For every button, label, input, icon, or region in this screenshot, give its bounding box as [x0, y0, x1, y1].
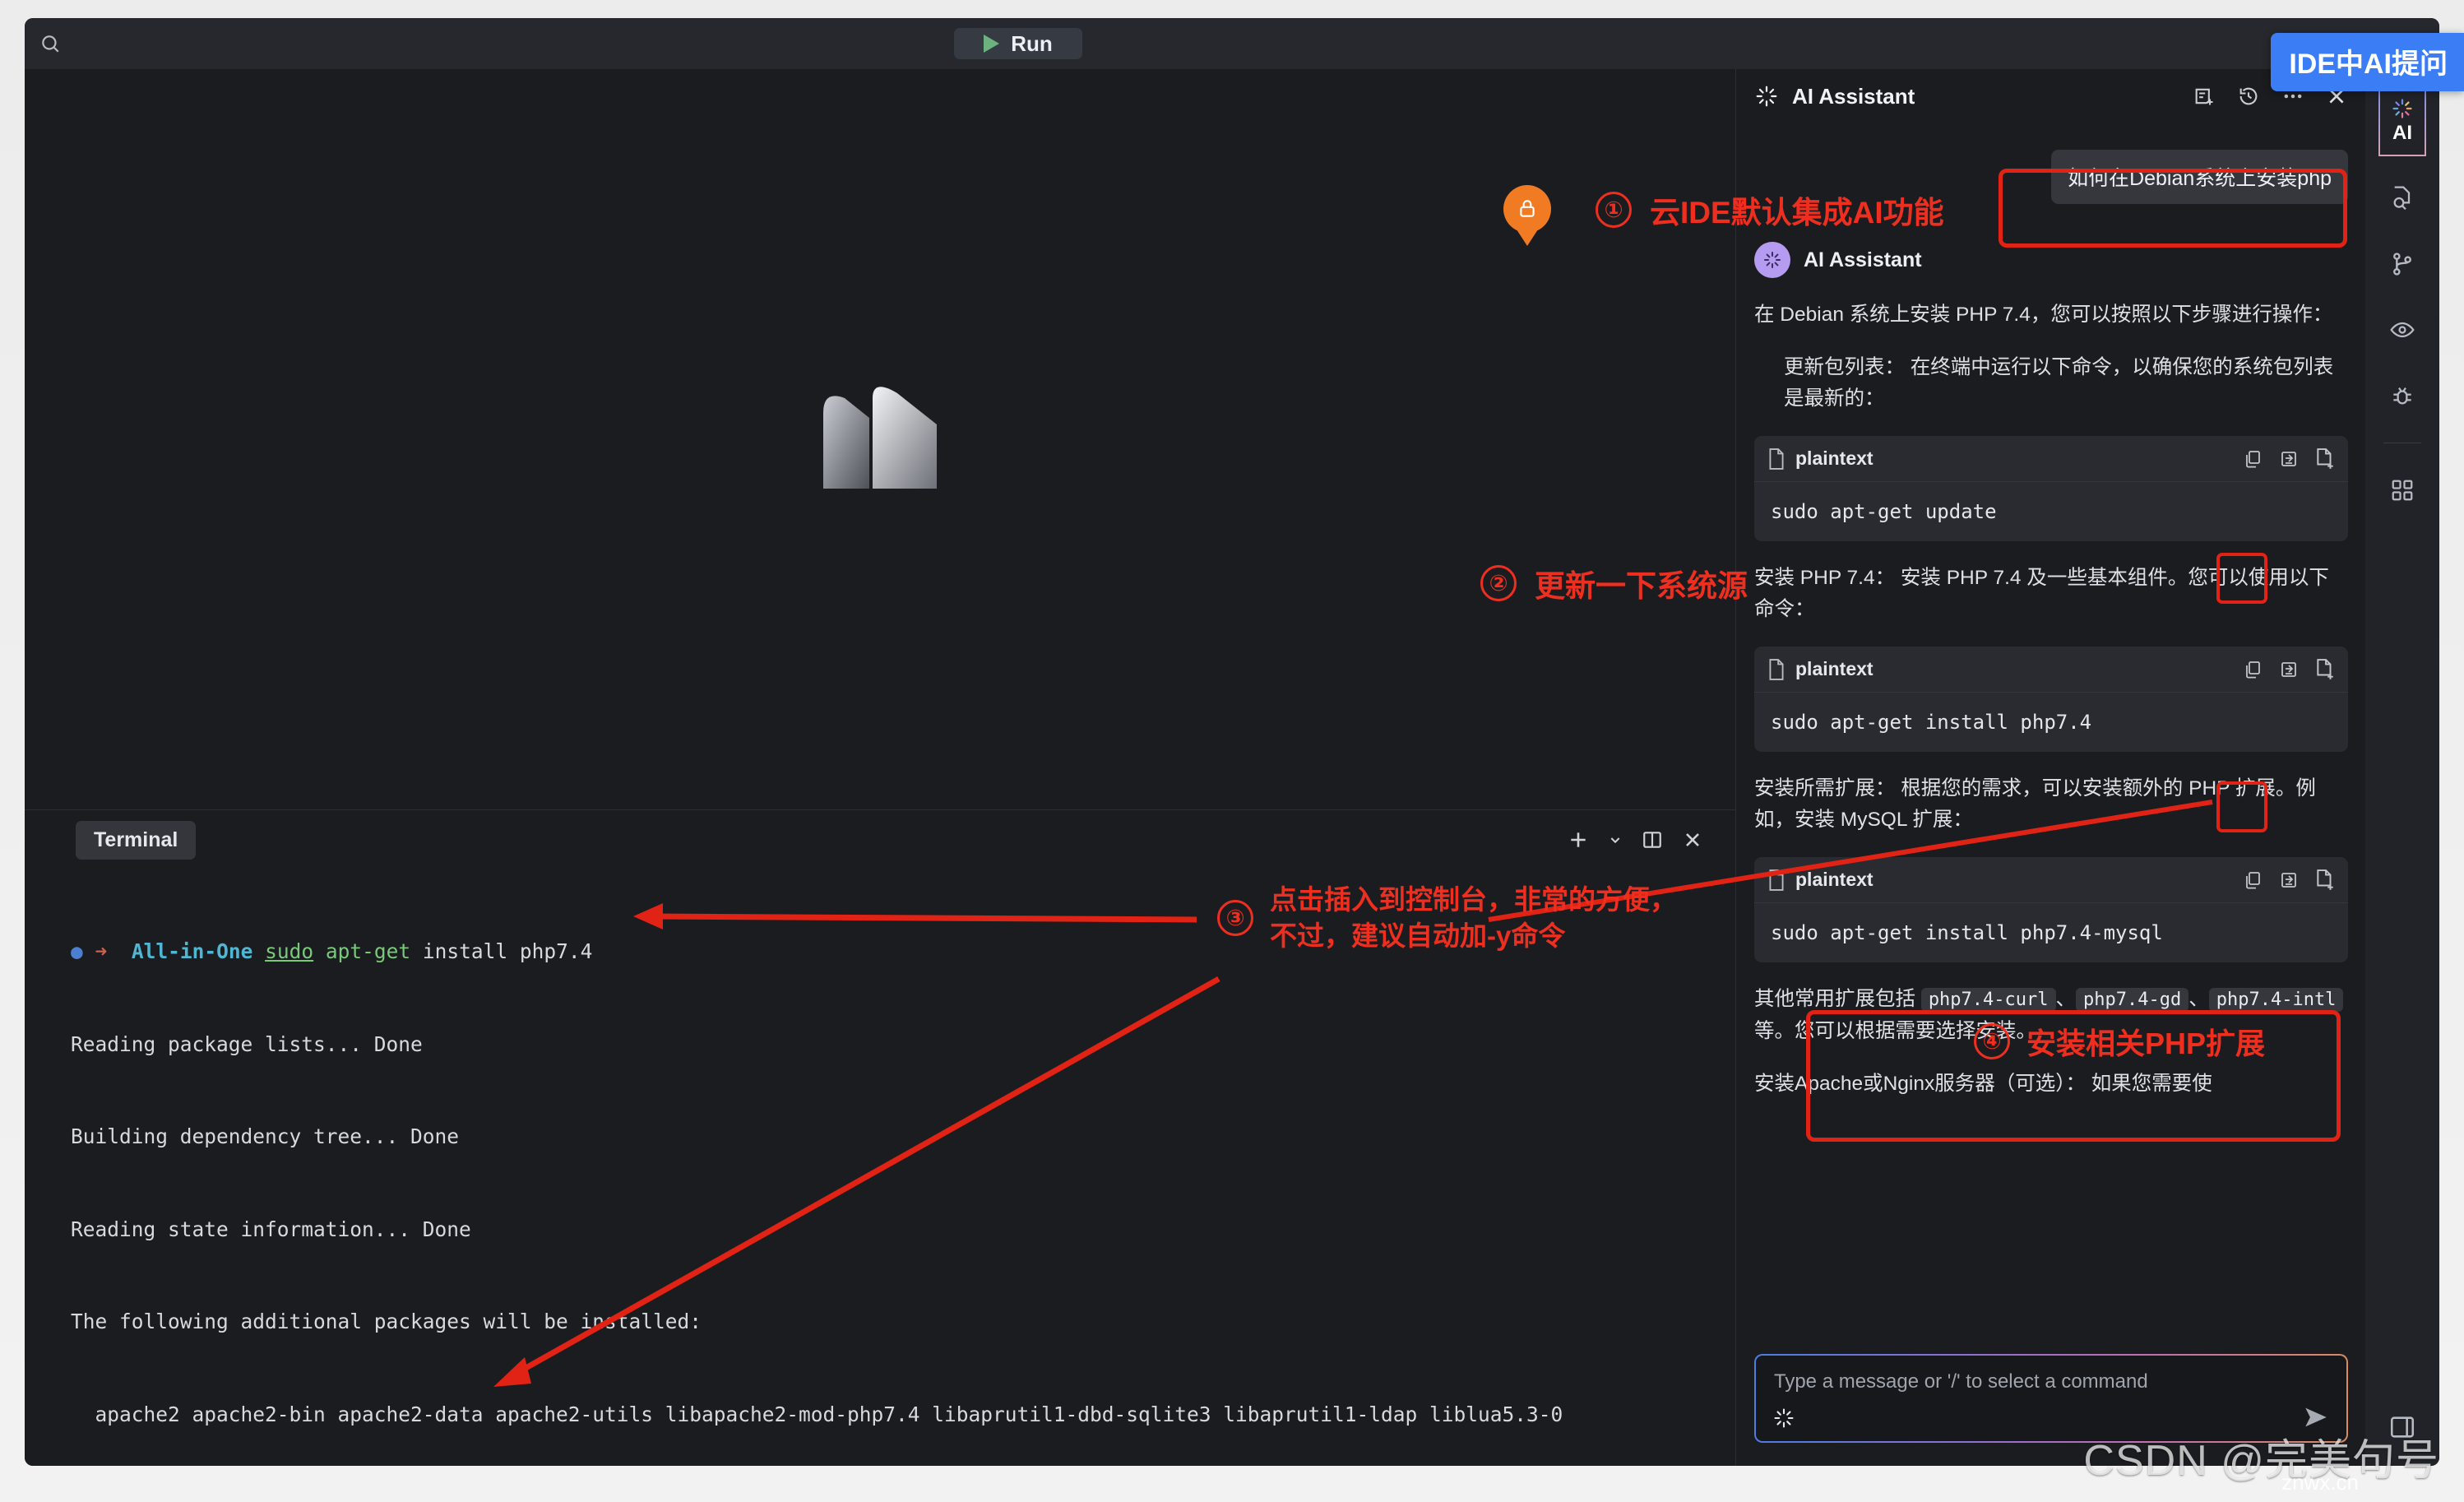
- terminal-panel: Terminal ● ➜ All-in-One sudo apt-get ins…: [25, 809, 1735, 1466]
- editor-area: [25, 69, 1735, 809]
- version-control-icon[interactable]: [2378, 240, 2427, 288]
- code-block-language: plaintext: [1795, 658, 1873, 679]
- history-icon[interactable]: [2237, 85, 2260, 108]
- top-toolbar: Run: [25, 18, 2439, 69]
- insert-into-terminal-icon[interactable]: [2279, 870, 2299, 890]
- sidebar-item-ai-label: AI: [2392, 122, 2412, 144]
- terminal-cmd: apt-get: [325, 939, 411, 963]
- terminal-prompt-line: ● ➜ All-in-One sudo apt-get install php7…: [71, 939, 593, 963]
- inline-code-php-curl: php7.4-curl: [1920, 988, 2056, 1012]
- ai-panel-title: AI Assistant: [1792, 83, 1915, 109]
- assistant-intro-paragraph: 在 Debian 系统上安装 PHP 7.4，您可以按照以下步骤进行操作：: [1754, 304, 2333, 326]
- new-file-icon[interactable]: [2315, 447, 2335, 470]
- code-block-actions: [2243, 658, 2335, 680]
- play-icon: [984, 35, 1000, 53]
- terminal-line: apache2 apache2-bin apache2-data apache2…: [71, 1402, 1563, 1426]
- split-pane-icon[interactable]: [1642, 829, 1663, 851]
- code-block-actions: [2243, 869, 2335, 891]
- terminal-tab-label: Terminal: [94, 827, 178, 851]
- ai-assistant-panel: AI Assistant 如何在Debian系统上安装php AI Assist…: [1735, 69, 2365, 1466]
- watermark: CSDN @完美句号: [2083, 1437, 2439, 1485]
- terminal-line: The following additional packages will b…: [71, 1310, 702, 1333]
- search-icon[interactable]: [36, 30, 64, 58]
- code-block-install-mysql-ext: plaintext sudo apt-get install php7.4-my…: [1754, 857, 2348, 962]
- file-icon: [1767, 447, 1785, 470]
- preview-icon[interactable]: [2378, 306, 2427, 354]
- right-activity-rail: AI: [2365, 69, 2439, 1466]
- new-file-icon[interactable]: [2315, 869, 2335, 891]
- inline-code-php-gd: php7.4-gd: [2076, 988, 2189, 1012]
- insert-into-terminal-icon[interactable]: [2279, 660, 2299, 679]
- code-block-header: plaintext: [1754, 857, 2348, 903]
- ai-spark-icon: [1754, 84, 1779, 109]
- assistant-step1-paragraph: 更新包列表： 在终端中运行以下命令，以确保您的系统包列表是最新的：: [1784, 356, 2334, 410]
- assistant-header: AI Assistant: [1754, 242, 2348, 278]
- code-block-header: plaintext: [1754, 436, 2348, 482]
- terminal-line: Reading state information... Done: [71, 1217, 471, 1241]
- copy-icon[interactable]: [2243, 870, 2263, 890]
- chevron-down-icon[interactable]: [1609, 833, 1622, 846]
- marscode-logo: [818, 385, 942, 494]
- inline-code-php-intl: php7.4-intl: [2208, 988, 2344, 1012]
- file-icon: [1767, 869, 1785, 891]
- extensions-sep-1: 、: [2055, 988, 2077, 1010]
- extensions-suffix: 等。您可以根据需要选择安装。: [1754, 1020, 2036, 1042]
- add-tab-icon[interactable]: [1568, 829, 1589, 851]
- new-chat-icon[interactable]: [2193, 85, 2216, 108]
- file-search-icon[interactable]: [2378, 174, 2427, 222]
- terminal-cmd-args: install php7.4: [410, 939, 593, 963]
- code-block-language: plaintext: [1795, 869, 1873, 890]
- code-block-content[interactable]: sudo apt-get install php7.4: [1754, 693, 2348, 752]
- code-block-update: plaintext sudo apt-get update: [1754, 436, 2348, 541]
- new-file-icon[interactable]: [2315, 658, 2335, 680]
- screenshot-root: Run Terminal ● ➜ All-in-One sudo apt-get…: [0, 0, 2464, 1502]
- ide-window: Run Terminal ● ➜ All-in-One sudo apt-get…: [25, 18, 2439, 1466]
- terminal-tab[interactable]: Terminal: [76, 820, 197, 860]
- file-icon: [1767, 658, 1785, 680]
- terminal-host: All-in-One: [131, 939, 253, 963]
- terminal-sudo: sudo: [265, 939, 314, 963]
- run-button[interactable]: Run: [954, 28, 1082, 59]
- code-block-content[interactable]: sudo apt-get install php7.4-mysql: [1754, 903, 2348, 962]
- run-button-label: Run: [1011, 30, 1053, 56]
- close-icon[interactable]: [1683, 830, 1702, 850]
- code-block-actions: [2243, 447, 2335, 470]
- user-message-row: 如何在Debian系统上安装php: [1754, 150, 2348, 204]
- chat-input-placeholder: Type a message or '/' to select a comman…: [1774, 1370, 2148, 1393]
- code-block-install-php: plaintext sudo apt-get install php7.4: [1754, 647, 2348, 752]
- terminal-header: Terminal: [25, 810, 1735, 869]
- code-block-language: plaintext: [1795, 447, 1873, 469]
- extensions-sep-2: 、: [2188, 988, 2209, 1010]
- copy-icon[interactable]: [2243, 660, 2263, 679]
- watermark-sub: znwx.cn: [2281, 1470, 2359, 1495]
- insert-into-terminal-icon[interactable]: [2279, 449, 2299, 469]
- sidebar-item-ai-assistant[interactable]: AI: [2378, 86, 2426, 156]
- ide-ai-badge: IDE中AI提问: [2271, 33, 2464, 91]
- extensions-prefix: 其他常用扩展包括: [1754, 988, 1921, 1010]
- assistant-step4-paragraph: 安装Apache或Nginx服务器（可选）： 如果您需要使: [1754, 1073, 2212, 1095]
- user-message[interactable]: 如何在Debian系统上安装php: [2051, 150, 2348, 204]
- plugins-icon[interactable]: [2378, 466, 2427, 514]
- terminal-line: Reading package lists... Done: [71, 1031, 423, 1056]
- assistant-step2-paragraph: 安装 PHP 7.4： 安装 PHP 7.4 及一些基本组件。您可以使用以下命令…: [1754, 567, 2329, 620]
- code-block-header: plaintext: [1754, 647, 2348, 693]
- ai-conversation[interactable]: 如何在Debian系统上安装php AI Assistant 在 Debian …: [1736, 123, 2366, 1466]
- assistant-extensions-paragraph: 其他常用扩展包括 php7.4-curl、 php7.4-gd、 php7.4-in…: [1754, 984, 2348, 1047]
- debug-icon[interactable]: [2378, 372, 2427, 420]
- assistant-step3-paragraph: 安装所需扩展： 根据您的需求，可以安装额外的 PHP 扩展。例如，安装 MySQ…: [1754, 777, 2316, 831]
- location-pin-icon: [1503, 185, 1551, 233]
- assistant-name: AI Assistant: [1804, 248, 1922, 271]
- code-block-content[interactable]: sudo apt-get update: [1754, 482, 2348, 541]
- terminal-line: Building dependency tree... Done: [71, 1124, 460, 1148]
- assistant-avatar: [1754, 242, 1790, 278]
- terminal-actions: [1568, 829, 1702, 851]
- terminal-output[interactable]: ● ➜ All-in-One sudo apt-get install php7…: [25, 869, 1735, 1466]
- ai-spark-icon[interactable]: [1772, 1407, 1795, 1430]
- copy-icon[interactable]: [2243, 449, 2263, 469]
